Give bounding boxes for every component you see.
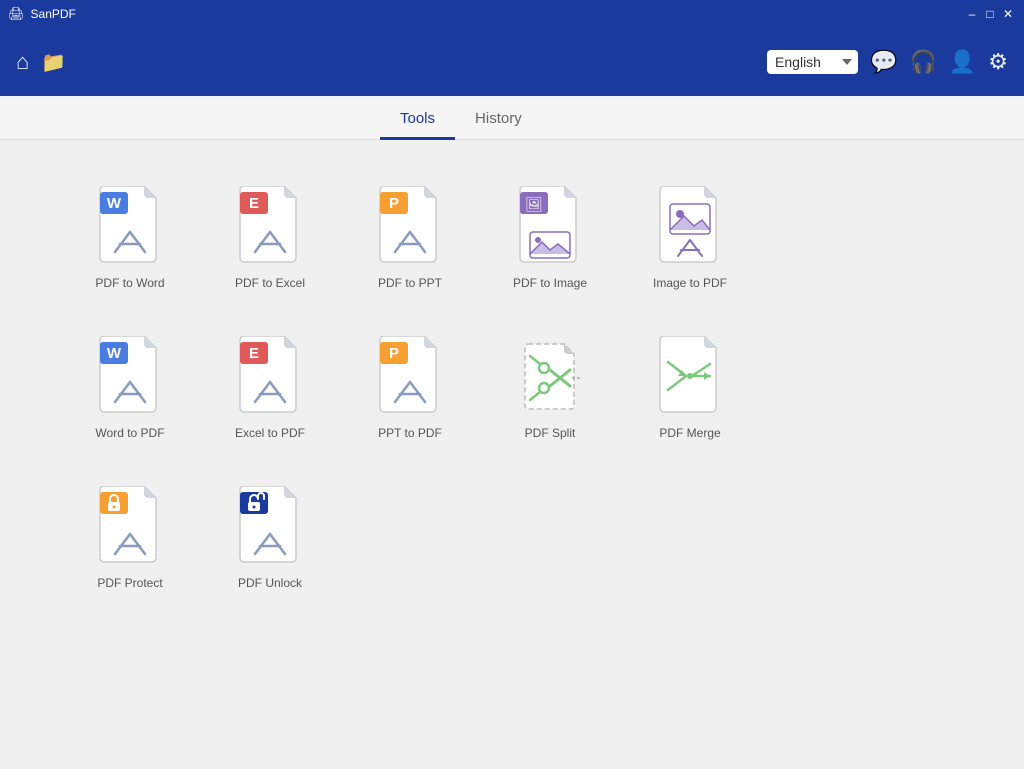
window-controls: – □ ✕: [964, 6, 1016, 22]
tool-pdf-to-word[interactable]: W PDF to Word: [60, 170, 200, 300]
tool-pdf-to-image[interactable]: 🖼 PDF to Image: [480, 170, 620, 300]
tool-label: PDF Merge: [659, 426, 720, 440]
tool-ppt-to-pdf[interactable]: P PPT to PDF: [340, 320, 480, 450]
settings-icon[interactable]: ⚙: [988, 49, 1008, 75]
tool-pdf-split[interactable]: PDF Split: [480, 320, 620, 450]
header: ⌂ 📁 English Chinese French German Japane…: [0, 28, 1024, 96]
tool-pdf-merge[interactable]: PDF Merge: [620, 320, 760, 450]
tool-label: PDF to Word: [95, 276, 164, 290]
svg-text:P: P: [389, 345, 399, 362]
tool-row-2: W Word to PDF E: [60, 320, 964, 450]
tab-tools[interactable]: Tools: [380, 100, 455, 140]
chat-icon[interactable]: 💬: [870, 49, 897, 75]
main-content: W PDF to Word E: [0, 140, 1024, 769]
tool-word-to-pdf[interactable]: W Word to PDF: [60, 320, 200, 450]
tool-image-to-pdf[interactable]: Image to PDF: [620, 170, 760, 300]
tool-excel-to-pdf[interactable]: E Excel to PDF: [200, 320, 340, 450]
svg-text:W: W: [107, 345, 122, 362]
tool-pdf-to-excel[interactable]: E PDF to Excel: [200, 170, 340, 300]
svg-text:P: P: [389, 195, 399, 212]
tool-label: PDF Unlock: [238, 576, 302, 590]
titlebar: 🖨 SanPDF – □ ✕: [0, 0, 1024, 28]
tool-label: PDF Protect: [97, 576, 162, 590]
tool-pdf-unlock[interactable]: PDF Unlock: [200, 470, 340, 600]
svg-text:W: W: [107, 195, 122, 212]
user-icon[interactable]: 👤: [949, 49, 976, 75]
tool-label: PPT to PDF: [378, 426, 442, 440]
folder-button[interactable]: 📁: [41, 50, 66, 75]
tab-history[interactable]: History: [455, 100, 542, 140]
tool-pdf-protect[interactable]: PDF Protect: [60, 470, 200, 600]
close-button[interactable]: ✕: [1000, 6, 1016, 22]
tool-label: PDF to Excel: [235, 276, 305, 290]
tool-label: Excel to PDF: [235, 426, 305, 440]
tool-label: Word to PDF: [95, 426, 164, 440]
tool-label: PDF to Image: [513, 276, 587, 290]
home-button[interactable]: ⌂: [16, 49, 29, 75]
tabs: Tools History: [0, 96, 1024, 140]
maximize-button[interactable]: □: [982, 6, 998, 22]
minimize-button[interactable]: –: [964, 6, 980, 22]
tool-row-1: W PDF to Word E: [60, 170, 964, 300]
language-selector[interactable]: English Chinese French German Japanese: [767, 50, 858, 74]
svg-text:E: E: [249, 345, 259, 362]
tool-pdf-to-ppt[interactable]: P PDF to PPT: [340, 170, 480, 300]
headset-icon[interactable]: 🎧: [909, 49, 936, 75]
titlebar-title: SanPDF: [31, 7, 964, 21]
tool-label: PDF Split: [525, 426, 576, 440]
app-icon: 🖨: [8, 6, 25, 22]
svg-text:E: E: [249, 195, 259, 212]
tool-row-3: PDF Protect: [60, 470, 964, 600]
tool-label: Image to PDF: [653, 276, 727, 290]
svg-text:🖼: 🖼: [525, 196, 543, 212]
tool-label: PDF to PPT: [378, 276, 442, 290]
